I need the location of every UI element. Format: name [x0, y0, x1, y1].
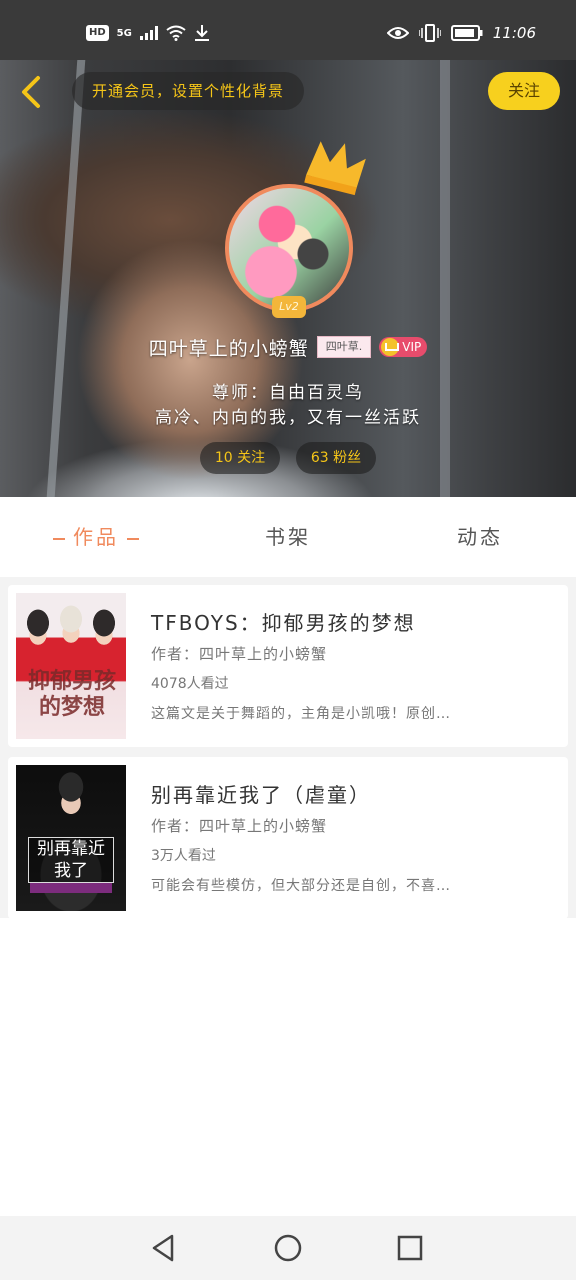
- tab-indicator-right: [127, 537, 139, 540]
- vip-background-banner[interactable]: 开通会员，设置个性化背景: [72, 72, 305, 110]
- avatar-wrapper: [225, 184, 353, 312]
- book-cover: 抑郁男孩的梦想: [16, 593, 126, 739]
- following-count[interactable]: 10 关注: [200, 442, 280, 474]
- profile-tabs: 作品 书架 动态: [0, 497, 576, 577]
- nickname: 四叶草上的小螃蟹: [148, 337, 309, 360]
- avatar[interactable]: [225, 184, 353, 312]
- vibrate-icon: [418, 24, 441, 42]
- follow-button[interactable]: 关注: [488, 72, 560, 110]
- nav-back-button[interactable]: [148, 1232, 180, 1264]
- work-views: 4078人看过: [151, 676, 229, 692]
- status-right: 11:06: [386, 24, 536, 42]
- name-tag: 四叶草.: [316, 336, 372, 358]
- tab-activity-label: 动态: [457, 525, 503, 549]
- vip-crown-icon: [381, 338, 400, 356]
- cover-title: 抑郁男孩的梦想: [27, 669, 116, 720]
- tab-activity[interactable]: 动态: [384, 497, 576, 577]
- signal-icon: [139, 26, 158, 40]
- fans-count[interactable]: 63 粉丝: [296, 442, 376, 474]
- hd-badge: HD: [86, 25, 109, 41]
- nav-home-button[interactable]: [272, 1232, 304, 1264]
- bio-text: 高冷、内向的我，又有一丝活跃: [155, 408, 421, 428]
- mentor-text: 尊师：自由百灵鸟: [212, 383, 364, 403]
- cover-subtitle-bar: [30, 883, 112, 893]
- nickname-row: 四叶草上的小螃蟹 四叶草. VIP: [0, 330, 576, 364]
- work-title: TFBOYS：抑郁男孩的梦想: [151, 611, 416, 635]
- background-photo-frame: [0, 60, 86, 497]
- clock: 11:06: [492, 24, 536, 42]
- chevron-left-icon: [22, 76, 40, 108]
- eye-icon: [386, 27, 409, 39]
- work-title: 别再靠近我了（虐童）: [151, 783, 371, 807]
- download-icon: [194, 25, 209, 41]
- work-card[interactable]: 抑郁男孩的梦想 TFBOYS：抑郁男孩的梦想 作者：四叶草上的小螃蟹 4078人…: [8, 585, 568, 747]
- nav-recents-button[interactable]: [394, 1232, 426, 1264]
- cover-title: 别再靠近我了: [28, 837, 114, 883]
- tab-bookshelf-label: 书架: [265, 525, 311, 549]
- work-author: 作者：四叶草上的小螃蟹: [151, 645, 328, 663]
- profile-header: 开通会员，设置个性化背景 关注 Lv2 四叶草上的小螃蟹 四叶草. VIP 尊师…: [0, 60, 576, 497]
- system-nav-bar: [0, 1216, 576, 1280]
- background-photo-frame-right: [440, 60, 550, 497]
- square-recents-icon: [397, 1235, 423, 1261]
- status-bar: HD 5G 11:06: [0, 0, 576, 60]
- work-author: 作者：四叶草上的小螃蟹: [151, 817, 328, 835]
- network-type: 5G: [116, 27, 132, 39]
- work-description: 这篇文是关于舞蹈的，主角是小凯哦！原创…: [151, 706, 451, 722]
- tab-works[interactable]: 作品: [0, 497, 192, 577]
- vip-badge: VIP: [379, 337, 428, 357]
- tab-indicator-left: [53, 537, 65, 540]
- vip-label: VIP: [402, 340, 422, 354]
- book-cover: 别再靠近我了: [16, 765, 126, 911]
- works-list: 抑郁男孩的梦想 TFBOYS：抑郁男孩的梦想 作者：四叶草上的小螃蟹 4078人…: [0, 577, 576, 919]
- work-views: 3万人看过: [151, 848, 216, 864]
- battery-icon: [450, 25, 483, 41]
- back-button[interactable]: [14, 72, 50, 112]
- wifi-icon: [166, 25, 186, 41]
- tab-works-label: 作品: [73, 525, 119, 549]
- tab-bookshelf[interactable]: 书架: [192, 497, 384, 577]
- level-badge: Lv2: [272, 296, 306, 318]
- work-card[interactable]: 别再靠近我了 别再靠近我了（虐童） 作者：四叶草上的小螃蟹 3万人看过 可能会有…: [8, 757, 568, 919]
- status-left: HD 5G: [86, 24, 210, 42]
- work-description: 可能会有些模仿，但大部分还是自创，不喜…: [151, 878, 451, 894]
- triangle-back-icon: [152, 1234, 174, 1262]
- circle-home-icon: [274, 1234, 302, 1262]
